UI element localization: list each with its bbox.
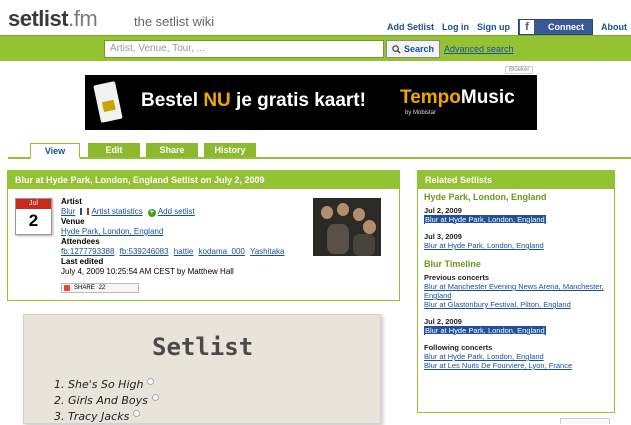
- related-heading: Related Setlists: [418, 171, 614, 189]
- ad-label: Bloeker: [505, 66, 534, 74]
- artist-photo[interactable]: [313, 198, 381, 256]
- song-list: 1. She's So High 2. Girls And Boys 3. Tr…: [54, 377, 159, 425]
- top-nav: Add Setlist Log in Sign up f Connect Abo…: [387, 19, 627, 35]
- bottom-widget-tab[interactable]: [560, 418, 610, 424]
- calendar-icon: Jul 2: [15, 198, 52, 235]
- previous-concerts-label: Previous concerts: [424, 273, 490, 282]
- last-edited-label: Last edited: [61, 257, 104, 266]
- attendee-link[interactable]: hattie: [174, 247, 194, 256]
- song-item[interactable]: 1. She's So High: [54, 377, 159, 393]
- search-bar: Artist, Venue, Tour, ... Search Advanced…: [0, 35, 631, 61]
- site-tagline: the setlist wiki: [134, 14, 215, 29]
- ad-banner[interactable]: Bestel NU je gratis kaart! TempoMusic by…: [85, 75, 537, 130]
- site-header: setlist.fm the setlist wiki Add Setlist …: [0, 0, 631, 35]
- setlist-heading: Setlist: [152, 333, 254, 361]
- sim-card-icon: [93, 81, 123, 123]
- setlist-details: Artist Blur Artist statistics + Add setli…: [61, 197, 306, 277]
- timeline-title[interactable]: Blur Timeline: [424, 260, 608, 269]
- related-date: Jul 2, 2009: [424, 206, 462, 215]
- add-setlist-link-inline[interactable]: Add setlist: [158, 207, 195, 216]
- attendees-label: Attendees: [61, 237, 100, 246]
- facebook-icon: f: [520, 20, 534, 34]
- attendee-link[interactable]: kodama_000: [199, 247, 245, 256]
- add-icon: +: [147, 209, 156, 217]
- previous-concert-link[interactable]: Blur at Glastonbury Festival, Pilton, En…: [424, 300, 571, 309]
- artist-link[interactable]: Blur: [61, 207, 75, 216]
- related-venue-title[interactable]: Hyde Park, London, England: [424, 193, 608, 202]
- share-count: 22: [98, 285, 106, 291]
- following-concert-link[interactable]: Blur at Hyde Park, London, England: [424, 352, 544, 361]
- venue-label: Venue: [61, 217, 85, 226]
- setlist-tabs: View Edit Share History: [8, 143, 631, 159]
- current-date: Jul 2, 2009: [424, 317, 462, 326]
- attendee-link[interactable]: fb:539246083: [120, 247, 169, 256]
- add-setlist-link[interactable]: Add Setlist: [387, 22, 434, 32]
- search-button[interactable]: Search: [386, 40, 440, 58]
- tab-edit[interactable]: Edit: [88, 143, 140, 157]
- venue-link[interactable]: Hyde Park, London, England: [61, 227, 163, 236]
- play-icon[interactable]: [151, 394, 159, 401]
- related-setlist-link[interactable]: Blur at Hyde Park, London, England: [424, 241, 544, 250]
- artist-label: Artist: [61, 197, 82, 206]
- previous-concert-link[interactable]: Blur at Manchester Evening News Arena, M…: [424, 282, 604, 300]
- setlist-title: Blur at Hyde Park, London, England Setli…: [8, 171, 399, 189]
- tab-share[interactable]: Share: [146, 143, 198, 157]
- about-link[interactable]: About: [601, 22, 627, 32]
- following-concert-link[interactable]: Blur at Les Nuits De Fourviere, Lyon, Fr…: [424, 361, 572, 370]
- share-button[interactable]: SHARE 22: [61, 283, 139, 293]
- attendee-link[interactable]: Yashitaka: [250, 247, 285, 256]
- current-setlist-link[interactable]: Blur at Hyde Park, London, England: [424, 326, 546, 335]
- site-logo[interactable]: setlist.fm: [8, 6, 98, 32]
- search-icon: [392, 44, 401, 54]
- share-icon: [64, 285, 70, 291]
- song-item[interactable]: 2. Girls And Boys: [54, 393, 159, 409]
- play-icon[interactable]: [147, 378, 155, 385]
- advanced-search-link[interactable]: Advanced search: [444, 44, 514, 54]
- tab-view[interactable]: View: [30, 143, 80, 159]
- play-icon[interactable]: [133, 410, 141, 417]
- related-date: Jul 3, 2009: [424, 232, 462, 241]
- search-input[interactable]: Artist, Venue, Tour, ...: [104, 40, 384, 58]
- related-setlist-link[interactable]: Blur at Hyde Park, London, England: [424, 215, 546, 224]
- last-edited-value: July 4, 2009 10:25:54 AM CEST by Matthew…: [61, 267, 234, 276]
- setlist-paper: Setlist 1. She's So High 2. Girls And Bo…: [23, 314, 381, 424]
- following-concerts-label: Following concerts: [424, 343, 493, 352]
- signup-link[interactable]: Sign up: [477, 22, 510, 32]
- setlist-info-box: Blur at Hyde Park, London, England Setli…: [7, 170, 400, 301]
- login-link[interactable]: Log in: [442, 22, 469, 32]
- ad-headline: Bestel NU je gratis kaart!: [141, 90, 366, 111]
- artist-statistics-link[interactable]: Artist statistics: [91, 207, 142, 216]
- statistics-icon: [80, 208, 90, 215]
- related-setlists-box: Related Setlists Hyde Park, London, Engl…: [417, 170, 615, 413]
- facebook-connect-button[interactable]: f Connect: [518, 19, 593, 35]
- tab-history[interactable]: History: [204, 143, 256, 157]
- ad-brand: TempoMusic: [400, 87, 515, 108]
- attendee-link[interactable]: fb:1277793388: [61, 247, 114, 256]
- ad-brand-sub: by Mobistar: [405, 110, 437, 116]
- song-item[interactable]: 3. Tracy Jacks: [54, 409, 159, 425]
